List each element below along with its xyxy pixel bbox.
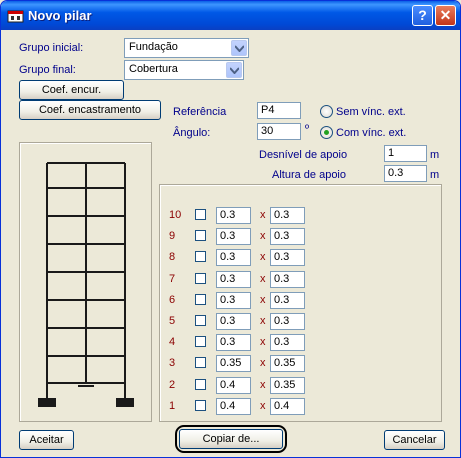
floor-checkbox[interactable]: [195, 209, 206, 220]
radio-selected-dot: [324, 130, 329, 135]
floor-number: 7: [169, 273, 176, 285]
floor-dim-b-input[interactable]: 0.3: [270, 271, 305, 288]
times-sign: x: [260, 273, 266, 285]
com-vinc-label[interactable]: Com vínc. ext.: [336, 127, 406, 139]
altura-unit: m: [430, 169, 440, 181]
com-vinc-radio[interactable]: [320, 126, 333, 139]
close-button[interactable]: ✕: [435, 5, 456, 26]
building-frame-diagram: [38, 162, 134, 407]
floor-number: 9: [169, 230, 176, 242]
angulo-label: Ângulo:: [173, 127, 211, 139]
footing-right: [116, 398, 134, 407]
times-sign: x: [260, 400, 266, 412]
floor-checkbox[interactable]: [195, 336, 206, 347]
desnivel-label: Desnível de apoio: [259, 149, 348, 161]
times-sign: x: [260, 315, 266, 327]
angulo-input[interactable]: 30: [257, 123, 301, 140]
floor-number: 2: [169, 379, 176, 391]
title-bar[interactable]: Novo pilar ? ✕: [1, 1, 460, 30]
app-icon: [7, 10, 24, 23]
help-button[interactable]: ?: [412, 5, 433, 26]
floor-dim-b-input[interactable]: 0.3: [270, 292, 305, 309]
floor-checkbox[interactable]: [195, 357, 206, 368]
copiar-de-button[interactable]: Copiar de...: [179, 429, 283, 449]
times-sign: x: [260, 336, 266, 348]
floor-checkbox[interactable]: [195, 379, 206, 390]
grupo-final-label: Grupo final:: [19, 64, 76, 76]
sem-vinc-radio[interactable]: [320, 105, 333, 118]
coef-encur-button[interactable]: Coef. encur.: [19, 80, 124, 100]
floor-checkbox[interactable]: [195, 273, 206, 284]
novo-pilar-dialog: Novo pilar ? ✕ Grupo inicial: Fundação G…: [0, 0, 461, 458]
times-sign: x: [260, 379, 266, 391]
floor-checkbox[interactable]: [195, 294, 206, 305]
grupo-final-value: Cobertura: [129, 63, 178, 75]
times-sign: x: [260, 230, 266, 242]
footing-left: [38, 398, 56, 407]
floor-dim-b-input[interactable]: 0.35: [270, 377, 305, 394]
floor-dim-b-input[interactable]: 0.3: [270, 228, 305, 245]
desnivel-input[interactable]: 1: [384, 145, 427, 162]
grupo-inicial-select[interactable]: Fundação: [124, 38, 249, 58]
frame-diagram-panel: [19, 142, 152, 422]
altura-input[interactable]: 0.3: [384, 165, 427, 182]
grupo-final-select[interactable]: Cobertura: [124, 60, 244, 80]
desnivel-unit: m: [430, 149, 440, 161]
floor-dim-b-input[interactable]: 0.3: [270, 249, 305, 266]
chevron-down-icon[interactable]: [226, 62, 242, 78]
floor-dim-a-input[interactable]: 0.3: [216, 207, 251, 224]
referencia-label: Referência: [173, 106, 227, 118]
floor-dim-a-input[interactable]: 0.3: [216, 334, 251, 351]
floor-checkbox[interactable]: [195, 400, 206, 411]
floor-dim-b-input[interactable]: 0.3: [270, 207, 305, 224]
floor-number: 6: [169, 294, 176, 306]
floor-number: 3: [169, 357, 176, 369]
floor-number: 10: [169, 209, 182, 221]
chevron-down-icon[interactable]: [231, 40, 247, 56]
aceitar-button[interactable]: Aceitar: [19, 430, 74, 450]
times-sign: x: [260, 294, 266, 306]
angulo-unit: º: [305, 123, 310, 135]
floor-dim-a-input[interactable]: 0.3: [216, 249, 251, 266]
grupo-inicial-label: Grupo inicial:: [19, 42, 84, 54]
floor-number: 5: [169, 315, 176, 327]
cancelar-button[interactable]: Cancelar: [384, 430, 445, 450]
floor-dim-a-input[interactable]: 0.4: [216, 377, 251, 394]
window-title: Novo pilar: [28, 8, 92, 23]
grupo-inicial-value: Fundação: [129, 41, 178, 53]
floor-dim-a-input[interactable]: 0.3: [216, 292, 251, 309]
floor-dim-b-input[interactable]: 0.35: [270, 355, 305, 372]
floor-dim-b-input[interactable]: 0.3: [270, 313, 305, 330]
floor-checkbox[interactable]: [195, 315, 206, 326]
referencia-input[interactable]: P4: [257, 102, 301, 119]
floor-dim-a-input[interactable]: 0.35: [216, 355, 251, 372]
floor-dim-a-input[interactable]: 0.4: [216, 398, 251, 415]
sem-vinc-label[interactable]: Sem vínc. ext.: [336, 106, 406, 118]
floor-dim-a-input[interactable]: 0.3: [216, 228, 251, 245]
floor-checkbox[interactable]: [195, 230, 206, 241]
times-sign: x: [260, 357, 266, 369]
floor-dim-a-input[interactable]: 0.3: [216, 313, 251, 330]
coef-encastramento-button[interactable]: Coef. encastramento: [19, 100, 161, 120]
floor-checkbox[interactable]: [195, 251, 206, 262]
times-sign: x: [260, 251, 266, 263]
floor-dim-a-input[interactable]: 0.3: [216, 271, 251, 288]
floor-dim-b-input[interactable]: 0.3: [270, 334, 305, 351]
floor-dim-b-input[interactable]: 0.4: [270, 398, 305, 415]
floor-number: 4: [169, 336, 176, 348]
floor-number: 1: [169, 400, 176, 412]
altura-label: Altura de apoio: [272, 169, 346, 181]
times-sign: x: [260, 209, 266, 221]
floor-number: 8: [169, 251, 176, 263]
